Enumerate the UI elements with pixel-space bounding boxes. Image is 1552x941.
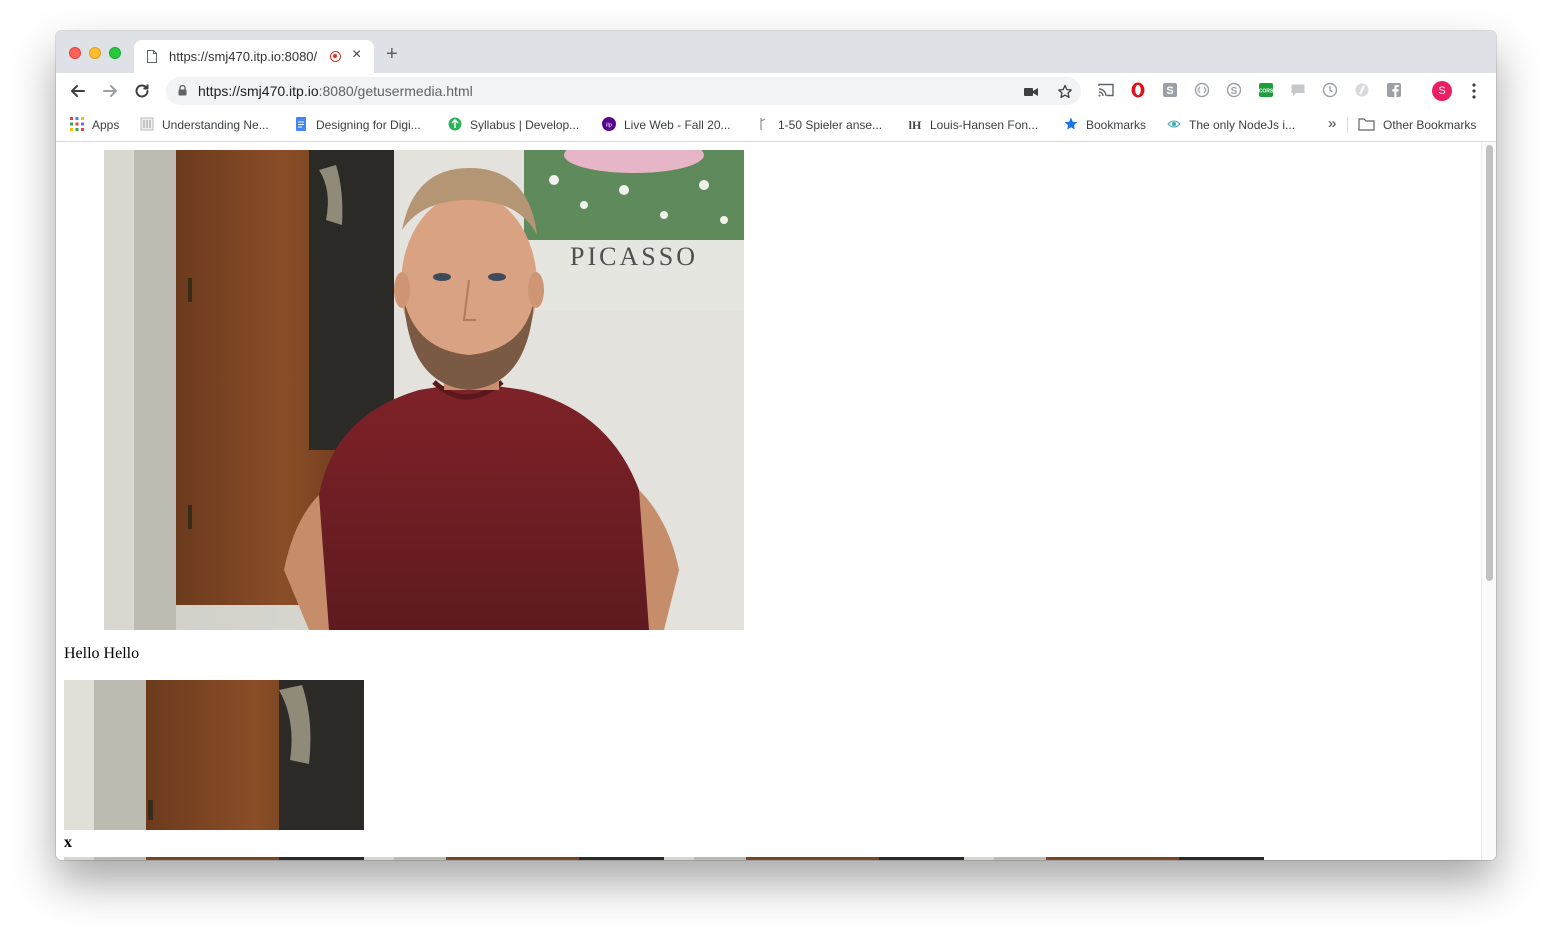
bookmark-label: Live Web - Fall 20... [624,118,731,132]
opera-extension-icon[interactable] [1130,82,1146,98]
svg-text:S: S [1231,86,1238,97]
recording-icon [330,51,341,62]
bookmark-label: Louis-Hansen Fon... [930,118,1039,132]
x-label: x [64,834,72,851]
eye-icon [1167,120,1181,128]
back-icon[interactable] [67,80,89,102]
url-path: :8080/getusermedia.html [318,83,473,99]
star-icon [1064,117,1078,130]
page-content: PICASSO Hello Hello x [56,142,1496,860]
cors-extension-icon[interactable]: CORS [1258,82,1274,98]
lock-icon[interactable] [178,85,187,96]
forward-icon[interactable] [99,80,121,102]
bookmark-label: Apps [92,118,120,132]
svg-text:itp: itp [606,123,612,129]
other-bookmarks-label: Other Bookmarks [1383,118,1477,132]
strip-frame [64,857,364,860]
tab-title: https://smj470.itp.io:8080/ [169,49,318,64]
snapshot-strip-item [364,852,664,860]
vertical-scrollbar[interactable] [1481,142,1496,860]
bookmark-favicon [140,117,154,131]
webcam-frame: PICASSO [104,150,744,630]
poster-text: PICASSO [570,242,698,271]
bookmark-favicon [448,117,462,131]
skype-extension-icon[interactable]: S [1226,82,1242,98]
folder-icon [1358,118,1375,131]
menu-icon[interactable] [1470,81,1478,101]
bookmark-label: Designing for Digi... [316,118,421,132]
snapshot-image [64,680,364,830]
chat-extension-icon[interactable] [1290,82,1306,98]
new-tab-button[interactable]: + [386,43,398,66]
circle-extension-icon[interactable] [1194,82,1210,98]
url-text[interactable]: https://smj470.itp.io:8080/getusermedia.… [198,83,473,99]
webcam-video[interactable]: PICASSO [104,150,744,630]
tab-active[interactable]: https://smj470.itp.io:8080/ × [134,40,374,73]
lh-icon: lH [909,118,922,131]
snapshot-frame [64,680,364,830]
grey-extension-icon[interactable] [1354,82,1370,98]
bookmarks-bar: Apps Understanding Ne... Designing for D… [56,109,1496,142]
page-icon [147,50,157,63]
svg-text:S: S [1166,85,1173,97]
bookmark-label: 1-50 Spieler anse... [778,118,883,132]
close-window-button[interactable] [69,47,81,59]
maximize-window-button[interactable] [109,47,121,59]
strip-frame [364,857,664,860]
timer-extension-icon[interactable] [1322,82,1338,98]
snapshot-strip-item [64,852,364,860]
strip-frame [664,857,964,860]
svg-text:CORS: CORS [1259,89,1274,95]
s-extension-icon[interactable]: S [1162,82,1178,98]
snapshot-strip-item [964,852,1264,860]
bookmark-label: The only NodeJs i... [1189,118,1296,132]
bookmark-label: Syllabus | Develop... [470,118,580,132]
bookmarks-overflow-button[interactable]: » [1328,115,1336,132]
svg-text:lH: lH [909,118,922,131]
toolbar: https://smj470.itp.io:8080/getusermedia.… [56,73,1496,109]
minimize-window-button[interactable] [89,47,101,59]
scrollbar-thumb[interactable] [1486,145,1493,581]
apps-grid-icon [70,117,84,131]
bookmarks-divider [1347,117,1348,133]
close-tab-button[interactable]: × [352,46,361,64]
url-host: https://smj470.itp.io [198,83,319,99]
bookmark-label: Understanding Ne... [162,118,269,132]
profile-avatar[interactable]: S [1432,81,1452,101]
address-bar[interactable]: https://smj470.itp.io:8080/getusermedia.… [166,77,1081,105]
facebook-extension-icon[interactable] [1386,82,1402,98]
bookmark-label: Bookmarks [1086,118,1147,132]
camera-in-use-icon[interactable] [1023,84,1039,100]
strip-frame [964,857,1264,860]
itp-icon: itp [602,117,616,131]
browser-window: https://smj470.itp.io:8080/ × + https://… [56,31,1496,860]
star-icon[interactable] [1057,84,1073,100]
google-docs-icon [296,117,306,131]
hello-text: Hello Hello [64,645,140,662]
tab-strip: https://smj470.itp.io:8080/ × + [56,31,1496,73]
bookmark-favicon [760,118,766,130]
cast-icon[interactable] [1098,82,1114,98]
snapshot-strip-item [664,852,964,860]
reload-icon[interactable] [131,80,153,102]
